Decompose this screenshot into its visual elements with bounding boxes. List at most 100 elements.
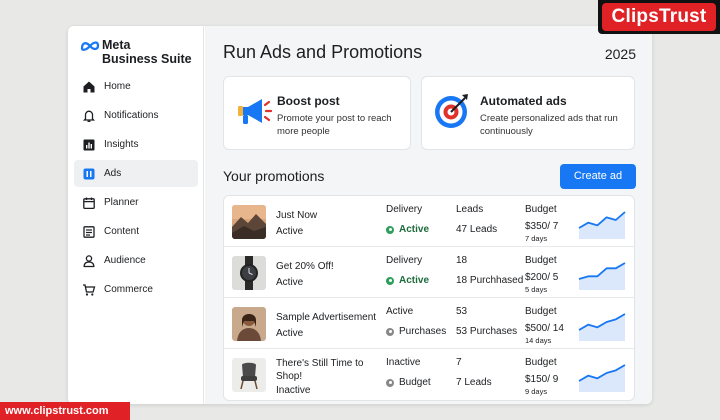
- trend-sparkline: [578, 211, 626, 239]
- delivery-header: Active: [386, 306, 414, 317]
- sidebar-nav: Home Notifications Insights Ads Planner …: [74, 73, 198, 305]
- leads-header: 7: [456, 357, 462, 368]
- delivery-value: Budget: [386, 377, 431, 388]
- person-icon: [83, 254, 95, 267]
- ad-status: Active: [276, 226, 304, 237]
- sidebar-item-planner[interactable]: Planner: [74, 189, 198, 216]
- budget-value: $150/ 9: [525, 374, 559, 385]
- trend-sparkline: [578, 364, 626, 392]
- sidebar-item-label: Home: [104, 81, 131, 92]
- page-title: Run Ads and Promotions: [223, 42, 423, 62]
- home-icon: [83, 81, 95, 92]
- leads-header: 53: [456, 306, 468, 317]
- promotions-title: Your promotions: [223, 168, 325, 184]
- ad-status: Active: [276, 277, 304, 288]
- budget-duration: 9 days: [525, 387, 548, 396]
- sidebar-item-label: Commerce: [104, 284, 153, 295]
- card-title: Automated ads: [480, 94, 567, 108]
- sidebar-item-label: Ads: [104, 168, 122, 179]
- ad-name: Sample Advertisement: [276, 312, 377, 323]
- leads-header: 18: [456, 255, 468, 266]
- card-title: Boost post: [277, 94, 340, 108]
- delivery-text: Active: [399, 275, 430, 286]
- budget-header: Budget: [525, 255, 557, 266]
- sidebar-item-commerce[interactable]: Commerce: [74, 276, 198, 303]
- delivery-value: Active: [386, 275, 429, 286]
- sidebar-item-label: Notifications: [104, 110, 159, 121]
- sidebar-item-label: Content: [104, 226, 140, 237]
- card-description: Create personalized ads that run continu…: [480, 113, 618, 137]
- trend-sparkline: [578, 313, 626, 341]
- watermark-logo: ClipsTrust: [598, 0, 720, 34]
- budget-duration: 14 days: [525, 336, 552, 345]
- year-label: 2025: [604, 46, 636, 62]
- budget-value: $350/ 7: [525, 221, 559, 232]
- delivery-header: Inactive: [386, 357, 421, 368]
- ad-name: There's Still Time to Shop!: [276, 358, 364, 382]
- leads-header: Leads: [456, 204, 484, 215]
- sidebar-item-label: Insights: [104, 139, 139, 150]
- budget-duration: 7 days: [525, 234, 548, 243]
- main-content: Run Ads and Promotions 2025 Boost post P…: [205, 26, 652, 404]
- sidebar: Meta Business Suite Home Notifications I…: [68, 26, 204, 404]
- target-icon: [435, 94, 468, 128]
- ad-name: Just Now: [276, 210, 318, 221]
- sidebar-item-content[interactable]: Content: [74, 218, 198, 245]
- cart-icon: [83, 283, 96, 296]
- leads-value: 18 Purchhased: [456, 275, 524, 286]
- ad-status: Active: [276, 328, 304, 339]
- delivery-text: Budget: [399, 377, 431, 388]
- budget-value: $500/ 14: [525, 323, 564, 334]
- sidebar-item-notifications[interactable]: Notifications: [74, 102, 198, 129]
- delivery-header: Delivery: [386, 255, 423, 266]
- table-row[interactable]: Get 20% Off! Active Delivery Active 18 1…: [224, 247, 634, 298]
- bar-chart-icon: [83, 139, 95, 150]
- watermark-url: www.clipstrust.com: [0, 402, 130, 420]
- sidebar-item-ads[interactable]: Ads: [74, 160, 198, 187]
- calendar-icon: [83, 197, 95, 209]
- ad-thumbnail-landscape: [232, 205, 266, 239]
- ad-status: Inactive: [276, 385, 311, 396]
- ad-thumbnail-person: [232, 307, 266, 341]
- sidebar-item-insights[interactable]: Insights: [74, 131, 198, 158]
- sparkline-area: [579, 212, 625, 239]
- megaphone-icon: [238, 99, 273, 124]
- delivery-value: Purchases: [386, 326, 446, 337]
- delivery-header: Delivery: [386, 204, 423, 215]
- sidebar-item-label: Planner: [104, 197, 139, 208]
- boost-post-card[interactable]: Boost post Promote your post to reach mo…: [223, 76, 411, 150]
- delivery-text: Purchases: [399, 326, 447, 337]
- budget-duration: 5 days: [525, 285, 548, 294]
- trend-sparkline: [578, 262, 626, 290]
- brand-name: Meta: [102, 38, 131, 52]
- status-dot: [386, 276, 394, 285]
- budget-header: Budget: [525, 204, 557, 215]
- ad-name: Get 20% Off!: [276, 261, 334, 272]
- delivery-text: Active: [399, 224, 430, 235]
- meta-logo[interactable]: Meta Business Suite: [80, 38, 192, 66]
- app-window: Meta Business Suite Home Notifications I…: [68, 26, 652, 404]
- budget-header: Budget: [525, 306, 557, 317]
- status-dot: [386, 327, 394, 336]
- table-row[interactable]: Sample Advertisement Active Active Purch…: [224, 298, 634, 349]
- leads-value: 47 Leads: [456, 224, 498, 235]
- sidebar-item-audience[interactable]: Audience: [74, 247, 198, 274]
- delivery-value: Active: [386, 224, 429, 235]
- brand-product: Business Suite: [102, 52, 192, 66]
- budget-header: Budget: [525, 357, 557, 368]
- table-row[interactable]: Just Now Active Delivery Active Leads 47…: [224, 196, 634, 247]
- watermark-text: ClipsTrust: [602, 3, 716, 31]
- sidebar-item-label: Audience: [104, 255, 146, 266]
- leads-value: 53 Purchases: [456, 326, 518, 337]
- leads-value: 7 Leads: [456, 377, 492, 388]
- content-icon: [83, 225, 95, 238]
- automated-ads-card[interactable]: Automated ads Create personalized ads th…: [421, 76, 635, 150]
- sidebar-item-home[interactable]: Home: [74, 73, 198, 100]
- bell-icon: [82, 110, 96, 122]
- create-ad-button[interactable]: Create ad: [560, 164, 636, 189]
- promotions-table: Just Now Active Delivery Active Leads 47…: [223, 195, 635, 401]
- table-row[interactable]: There's Still Time to Shop! Inactive Ina…: [224, 349, 634, 400]
- card-description: Promote your post to reach more people: [277, 113, 392, 137]
- ad-thumbnail-watch: [232, 256, 266, 290]
- status-dot: [386, 225, 394, 234]
